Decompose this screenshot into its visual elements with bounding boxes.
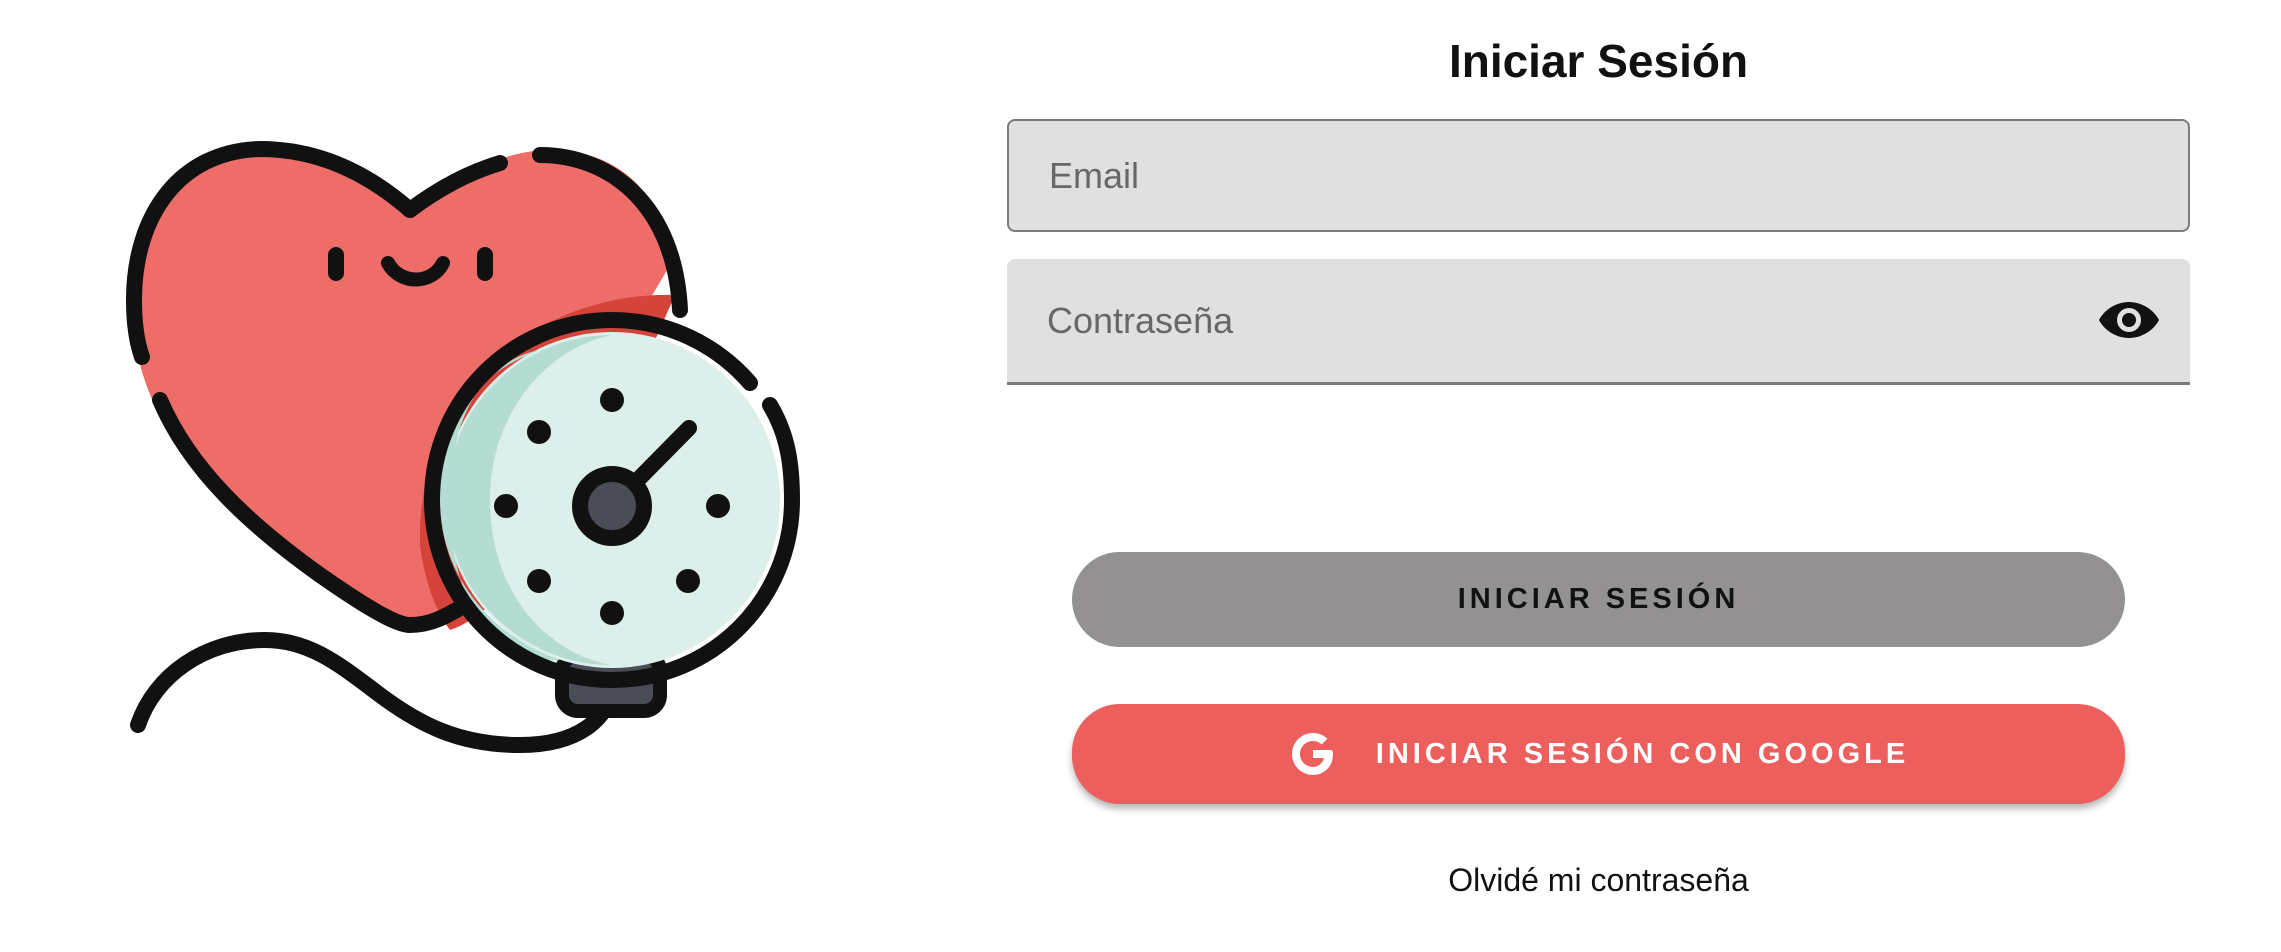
google-login-button[interactable]: INICIAR SESIÓN CON GOOGLE [1072,704,2125,804]
login-form: Iniciar Sesión INICIAR SESIÓN INICIAR SE… [1007,0,2190,952]
password-field[interactable] [1047,259,2047,382]
page-title: Iniciar Sesión [1448,35,1749,87]
heart-blood-pressure-illustration [120,135,801,815]
gauge-tick-left [494,494,518,518]
gauge-tick-lower-left [527,569,551,593]
heart-eye-right [477,247,493,281]
forgot-password-link[interactable]: Olvidé mi contraseña [1007,862,2190,899]
login-button[interactable]: INICIAR SESIÓN [1072,552,2125,647]
google-login-button-label: INICIAR SESIÓN CON GOOGLE [1375,737,1910,770]
login-button-label: INICIAR SESIÓN [1457,583,1740,615]
email-field[interactable] [1049,121,2049,230]
google-icon [1288,729,1338,779]
gauge-hub [572,466,652,546]
heart-eye-left [328,247,344,281]
gauge-tick-bottom [600,601,624,625]
gauge-tick-upper-left [527,420,551,444]
gauge-tick-right [706,494,730,518]
gauge-tick-lower-right [676,569,700,593]
eye-icon[interactable] [2098,296,2160,344]
password-field-container[interactable] [1007,259,2190,385]
gauge-tick-top [600,388,624,412]
email-field-container[interactable] [1007,119,2190,232]
